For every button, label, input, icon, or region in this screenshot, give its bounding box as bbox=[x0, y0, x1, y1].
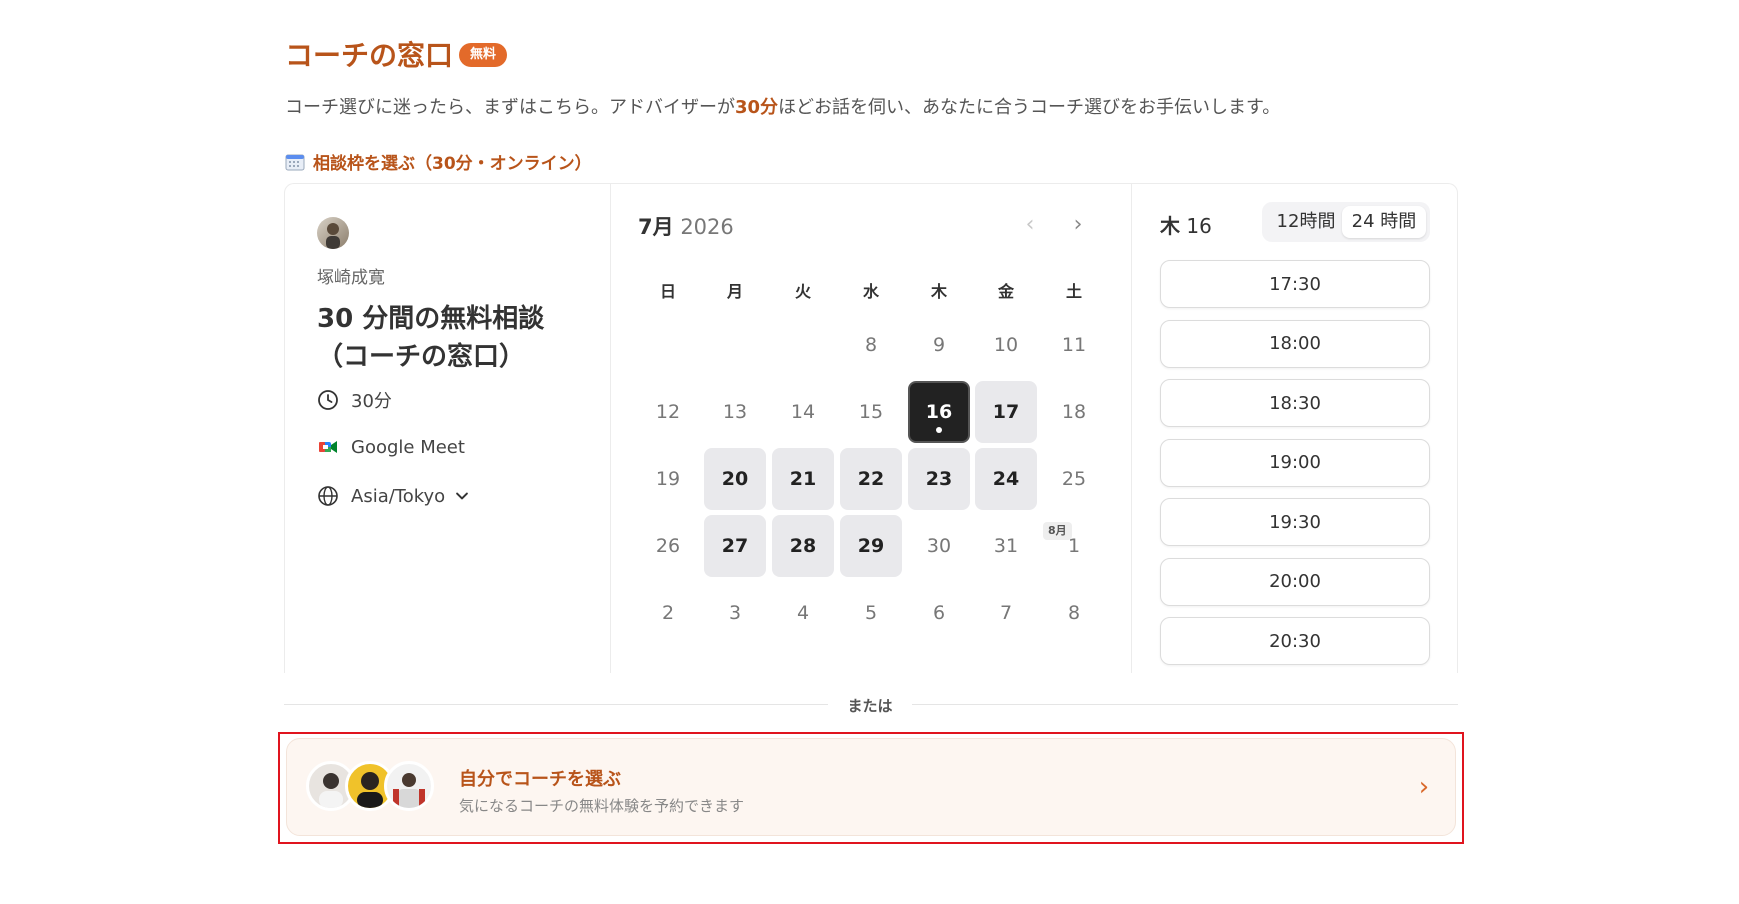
chevron-down-icon bbox=[456, 492, 469, 500]
google-meet-icon bbox=[319, 441, 337, 453]
calendar-day: 31 bbox=[993, 535, 1019, 557]
calendar-day-available[interactable]: 22 bbox=[840, 448, 902, 510]
timezone-select[interactable]: Asia/Tokyo bbox=[317, 485, 471, 507]
calendar-day-available[interactable]: 29 bbox=[840, 515, 902, 577]
calendar-day: 8 bbox=[864, 334, 878, 356]
weekday-label: 土 bbox=[1065, 282, 1082, 301]
calendar-day: 12 bbox=[655, 401, 681, 423]
time-slot-button[interactable]: 18:00 bbox=[1160, 319, 1430, 368]
next-month-tag: 8月 bbox=[1043, 522, 1072, 540]
clock-icon bbox=[318, 390, 338, 410]
calendar-day: 8 bbox=[1067, 602, 1081, 624]
calendar-day: 14 bbox=[790, 401, 816, 423]
time-slot-button[interactable]: 19:00 bbox=[1160, 438, 1430, 487]
globe-icon bbox=[318, 486, 338, 506]
calendar-day: 19 bbox=[655, 468, 681, 490]
time-slot-button[interactable]: 20:30 bbox=[1160, 617, 1430, 665]
format-12h-button[interactable]: 12時間 bbox=[1266, 206, 1346, 238]
calendar-day-available[interactable]: 28 bbox=[772, 515, 834, 577]
coach-name: 塚崎成寛 bbox=[317, 268, 385, 288]
calendar-day: 7 bbox=[999, 602, 1013, 624]
calendar-icon bbox=[285, 154, 305, 170]
calendar-day: 13 bbox=[722, 401, 748, 423]
calendar-day-selected[interactable]: 16 bbox=[908, 381, 970, 443]
weekday-label: 木 bbox=[930, 282, 947, 301]
calendar-day: 11 bbox=[1061, 334, 1087, 356]
calendar-day: 3 bbox=[728, 602, 742, 624]
prev-month-button[interactable]: ‹ bbox=[1018, 211, 1042, 237]
chevron-right-icon[interactable]: › bbox=[1410, 772, 1438, 802]
weekday-label: 日 bbox=[659, 282, 676, 301]
divider-line bbox=[284, 704, 828, 705]
today-dot bbox=[936, 427, 942, 433]
calendar-day: 18 bbox=[1061, 401, 1087, 423]
coach-avatar bbox=[384, 761, 434, 811]
calendar-day: 4 bbox=[796, 602, 810, 624]
calendar-day-available[interactable]: 21 bbox=[772, 448, 834, 510]
time-slot-button[interactable]: 20:00 bbox=[1160, 557, 1430, 606]
divider-line bbox=[912, 704, 1458, 705]
divider-text: または bbox=[847, 697, 893, 715]
calendar-day: 10 bbox=[993, 334, 1019, 356]
section-label: 相談枠を選ぶ（30分・オンライン） bbox=[285, 149, 592, 174]
time-slot-button[interactable]: 19:30 bbox=[1160, 498, 1430, 546]
free-badge: 無料 bbox=[459, 43, 508, 67]
calendar-day-available[interactable]: 24 bbox=[975, 448, 1037, 510]
calendar-month-label: 7月 2026 bbox=[638, 215, 734, 239]
chevron-right-icon: › bbox=[1073, 211, 1083, 237]
calendar-day-available[interactable]: 20 bbox=[704, 448, 766, 510]
cta-title: 自分でコーチを選ぶ bbox=[459, 769, 621, 790]
time-slot-button[interactable]: 18:30 bbox=[1160, 379, 1430, 427]
weekday-label: 月 bbox=[726, 282, 743, 301]
cta-subtitle: 気になるコーチの無料体験を予約できます bbox=[459, 797, 745, 815]
weekday-label: 水 bbox=[862, 282, 879, 301]
calendar-day: 9 bbox=[932, 334, 946, 356]
selected-date-label: 木 16 bbox=[1160, 214, 1212, 238]
column-divider bbox=[610, 184, 611, 673]
calendar-day: 6 bbox=[932, 602, 946, 624]
event-title: 30 分間の無料相談（コーチの窓口） bbox=[317, 304, 545, 372]
column-divider bbox=[1131, 184, 1132, 673]
calendar-day: 30 bbox=[926, 535, 952, 557]
calendar-day-available[interactable]: 17 bbox=[975, 381, 1037, 443]
weekday-label: 金 bbox=[997, 282, 1014, 301]
calendar-day: 26 bbox=[655, 535, 681, 557]
calendar-day: 25 bbox=[1061, 468, 1087, 490]
coach-avatar bbox=[317, 217, 349, 249]
calendar-day-available[interactable]: 23 bbox=[908, 448, 970, 510]
calendar-day: 5 bbox=[864, 602, 878, 624]
calendar-day-available[interactable]: 27 bbox=[704, 515, 766, 577]
location-row: Google Meet bbox=[317, 436, 465, 458]
chevron-left-icon: ‹ bbox=[1025, 211, 1035, 237]
intro-text: コーチ選びに迷ったら、まずはこちら。アドバイザーが30分ほどお話を伺い、あなたに… bbox=[285, 97, 1281, 118]
next-month-button[interactable]: › bbox=[1066, 211, 1090, 237]
calendar-day: 15 bbox=[858, 401, 884, 423]
time-slot-button[interactable]: 17:30 bbox=[1160, 260, 1430, 308]
format-24h-button[interactable]: 24 時間 bbox=[1342, 206, 1426, 238]
calendar-day: 2 bbox=[661, 602, 675, 624]
page-title: コーチの窓口 bbox=[285, 39, 454, 72]
weekday-label: 火 bbox=[794, 282, 811, 301]
duration-row: 30分 bbox=[317, 387, 392, 413]
